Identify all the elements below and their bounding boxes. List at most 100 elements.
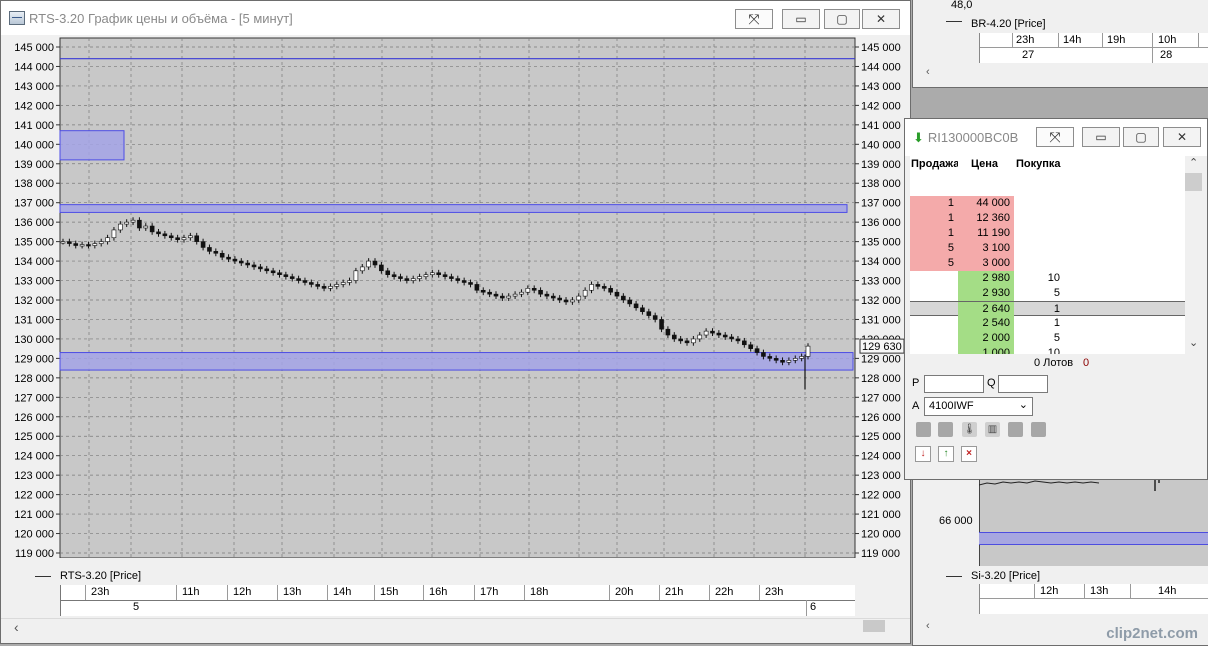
candle-body (589, 284, 594, 291)
price-input[interactable] (924, 375, 984, 393)
quantity-input[interactable] (998, 375, 1048, 393)
y-tick-label-right: 137 000 (861, 198, 901, 210)
candle-body (417, 276, 422, 279)
scroll-up-icon[interactable]: ⌃ (1189, 156, 1198, 169)
tool-button-5[interactable] (1008, 422, 1023, 437)
y-tick-label-right: 125 000 (861, 431, 901, 443)
sell-volume (910, 331, 958, 346)
sell-volume: 5 (910, 256, 958, 271)
account-select[interactable]: 4100IWF ⌄ (924, 397, 1033, 416)
candle-body (207, 247, 212, 252)
scroll-thumb[interactable] (863, 620, 885, 632)
ob-minimize-button[interactable]: ▭ (1082, 127, 1120, 147)
time-divider (277, 585, 278, 600)
order-book-row[interactable]: 53 100 (910, 241, 1185, 256)
scroll-down-icon[interactable]: ⌄ (1189, 336, 1198, 349)
ob-pin-button[interactable]: ⤧ (1036, 127, 1074, 147)
pin-button[interactable]: ⤧ (735, 9, 773, 29)
tool-button-2[interactable] (938, 422, 953, 437)
order-book-row[interactable]: 1 12 360 (910, 211, 1185, 226)
candle-body (219, 252, 225, 258)
order-book-row[interactable]: 2 980 10 (910, 271, 1185, 286)
y-tick-label-right: 121 000 (861, 509, 901, 521)
time-label: 20h (615, 586, 634, 598)
candle-body (213, 251, 219, 254)
buy-volume: 1 (1053, 317, 1060, 329)
candle-body (321, 286, 327, 289)
order-book-row[interactable]: 2 000 5 (910, 331, 1185, 346)
candle-body (162, 233, 168, 237)
candle-body (436, 272, 441, 275)
candle-body (181, 237, 187, 240)
order-book-row[interactable]: 1 44 000 (910, 196, 1185, 211)
time-label: 16h (429, 586, 448, 598)
price-level: 3 000 (958, 256, 1014, 271)
price-zone (59, 130, 125, 161)
br-scroll-left[interactable]: ‹ (926, 66, 930, 78)
ob-close-button[interactable]: ✕ (1163, 127, 1201, 147)
ob-vertical-scrollbar[interactable]: ⌃ ⌄ (1185, 156, 1203, 354)
candle-body (92, 243, 98, 246)
si-time-label: 14h (1158, 585, 1177, 597)
y-tick-label-right: 129 000 (861, 353, 901, 365)
buy-order-icon[interactable]: ↑ (938, 446, 954, 462)
time-divider (176, 585, 177, 600)
sell-order-icon[interactable]: ↓ (915, 446, 931, 462)
candle-body (449, 276, 454, 279)
buy-volume (1014, 196, 1064, 211)
ob-maximize-button[interactable]: ▢ (1123, 127, 1159, 147)
candle-body (251, 264, 257, 268)
candle-body (767, 356, 773, 359)
candle-body (258, 266, 263, 270)
y-tick-label-right: 133 000 (861, 276, 901, 288)
price-level: 2 000 (958, 331, 1014, 346)
candle-body (455, 278, 461, 281)
buy-volume: 5 (1053, 287, 1060, 299)
candle-body (188, 235, 193, 239)
sell-volume: 1 (910, 226, 958, 241)
price-zone (59, 352, 854, 371)
order-book-titlebar[interactable]: ⬇ RI130000BC0B ⤧ ▭ ▢ ✕ (905, 119, 1207, 156)
candle-body (652, 315, 658, 320)
price-chart[interactable]: 145 000 145 000 144 000 144 000 143 000 143 0… (8, 36, 905, 560)
order-book-row[interactable] (910, 181, 1185, 196)
order-book-row[interactable]: 2 540 1 (910, 316, 1185, 331)
tool-button-1[interactable] (916, 422, 931, 437)
ob-scroll-thumb[interactable] (1185, 173, 1202, 191)
a-label: A (912, 400, 920, 412)
si-timeline: 12h 13h 14h (979, 584, 1208, 614)
horizontal-scrollbar[interactable]: ‹ (1, 618, 910, 635)
thermometer-icon[interactable]: 🌡 (962, 422, 977, 437)
candle-body (773, 358, 779, 361)
close-button[interactable]: ✕ (862, 9, 900, 29)
y-tick-label: 145 000 (14, 42, 54, 54)
candle-body (296, 278, 301, 281)
candle-body (194, 235, 200, 242)
candle-body (480, 289, 486, 293)
order-book-row[interactable]: 1 000 10 (910, 346, 1185, 354)
candle-body (550, 295, 556, 299)
cancel-order-icon[interactable]: × (961, 446, 977, 462)
candle-body (729, 336, 734, 340)
order-book-row[interactable]: 2 640 1 (910, 301, 1185, 317)
candle-body (493, 293, 499, 297)
order-book-row[interactable]: 1 11 190 (910, 226, 1185, 241)
chevron-down-icon: ⌄ (1018, 399, 1028, 411)
scroll-left-arrow[interactable]: ‹ (14, 619, 19, 635)
maximize-button[interactable]: ▢ (824, 9, 860, 29)
minimize-button[interactable]: ▭ (782, 9, 820, 29)
main-titlebar[interactable]: RTS-3.20 График цены и объёма - [5 минут… (1, 1, 910, 35)
si-scroll-left[interactable]: ‹ (926, 620, 930, 632)
buy-volume: 10 (1047, 272, 1060, 284)
y-tick-label-right: 120 000 (861, 529, 901, 541)
candle-body (118, 223, 123, 231)
candle-body (576, 295, 582, 301)
order-book-table[interactable]: Продажа Цена Покупка 1 44 000 1 12 360 1 11 1… (910, 156, 1186, 354)
order-book-row[interactable]: 2 930 5 (910, 286, 1185, 301)
candle-body (710, 330, 715, 334)
order-book-row[interactable]: 53 000 (910, 256, 1185, 271)
candle-body (748, 344, 753, 349)
candles-icon[interactable]: ▥ (985, 422, 1000, 437)
candle-body (264, 268, 270, 272)
tool-button-6[interactable] (1031, 422, 1046, 437)
